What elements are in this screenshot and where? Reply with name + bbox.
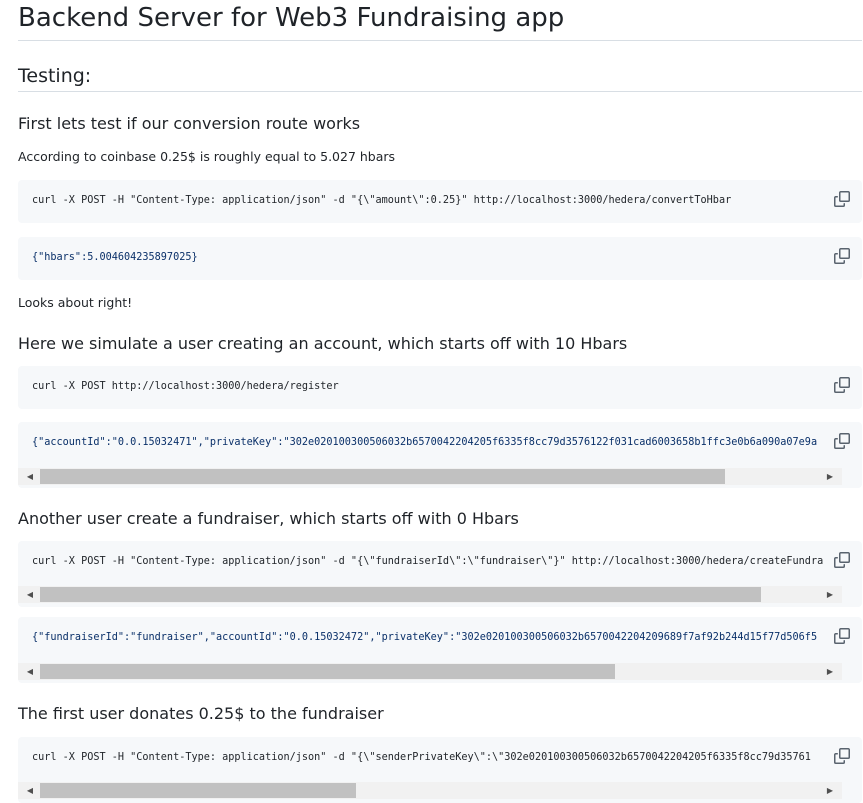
code-block-fundraiser-response: {"fundraiserId":"fundraiser","accountId"… [18,617,862,683]
section-heading-testing: Testing: [18,65,92,87]
code-block-fundraiser-command: curl -X POST -H "Content-Type: applicati… [18,541,862,607]
scroll-right-arrow[interactable]: ▶ [822,586,838,603]
scroll-left-arrow[interactable]: ◀ [22,782,38,799]
scroll-left-arrow[interactable]: ◀ [22,663,38,680]
code-block-register-command: curl -X POST http://localhost:3000/heder… [18,366,862,409]
code-convert-response[interactable]: {"hbars":5.004604235897025} [32,251,824,265]
copy-icon[interactable] [834,377,850,393]
scroll-left-arrow[interactable]: ◀ [22,468,38,485]
code-fundraiser-command[interactable]: curl -X POST -H "Content-Type: applicati… [32,555,824,569]
page-title: Backend Server for Web3 Fundraising app [18,3,565,33]
step-heading-register: Here we simulate a user creating an acco… [18,334,628,353]
step-heading-donate: The first user donates 0.25$ to the fund… [18,704,384,723]
section-divider [18,91,862,92]
code-fundraiser-response[interactable]: {"fundraiserId":"fundraiser","accountId"… [32,631,824,645]
copy-icon[interactable] [834,248,850,264]
scrollbar-thumb[interactable] [40,664,615,679]
copy-icon[interactable] [834,191,850,207]
code-block-convert-response: {"hbars":5.004604235897025} [18,237,862,280]
scroll-right-arrow[interactable]: ▶ [822,468,838,485]
scrollbar-thumb[interactable] [40,469,725,484]
scrollbar-thumb[interactable] [40,783,356,798]
copy-icon[interactable] [834,628,850,644]
scroll-left-arrow[interactable]: ◀ [22,586,38,603]
code-block-convert-command: curl -X POST -H "Content-Type: applicati… [18,180,862,223]
copy-icon[interactable] [834,433,850,449]
code-register-response[interactable]: {"accountId":"0.0.15032471","privateKey"… [32,436,824,450]
code-convert-command[interactable]: curl -X POST -H "Content-Type: applicati… [32,194,824,208]
scroll-right-arrow[interactable]: ▶ [822,782,838,799]
horizontal-scrollbar[interactable]: ◀ ▶ [18,468,842,485]
copy-icon[interactable] [834,748,850,764]
title-divider [18,40,862,41]
horizontal-scrollbar[interactable]: ◀ ▶ [18,586,842,603]
scroll-right-arrow[interactable]: ▶ [822,663,838,680]
code-block-donate-command: curl -X POST -H "Content-Type: applicati… [18,737,862,803]
conversion-note: According to coinbase 0.25$ is roughly e… [18,149,396,164]
code-block-register-response: {"accountId":"0.0.15032471","privateKey"… [18,422,862,488]
horizontal-scrollbar[interactable]: ◀ ▶ [18,663,842,680]
code-donate-command[interactable]: curl -X POST -H "Content-Type: applicati… [32,751,824,765]
step-heading-fundraiser: Another user create a fundraiser, which … [18,509,519,528]
looks-right-note: Looks about right! [18,295,133,310]
code-register-command[interactable]: curl -X POST http://localhost:3000/heder… [32,380,824,394]
horizontal-scrollbar[interactable]: ◀ ▶ [18,782,842,799]
step-heading-conversion: First lets test if our conversion route … [18,114,361,133]
scrollbar-thumb[interactable] [40,587,761,602]
copy-icon[interactable] [834,552,850,568]
